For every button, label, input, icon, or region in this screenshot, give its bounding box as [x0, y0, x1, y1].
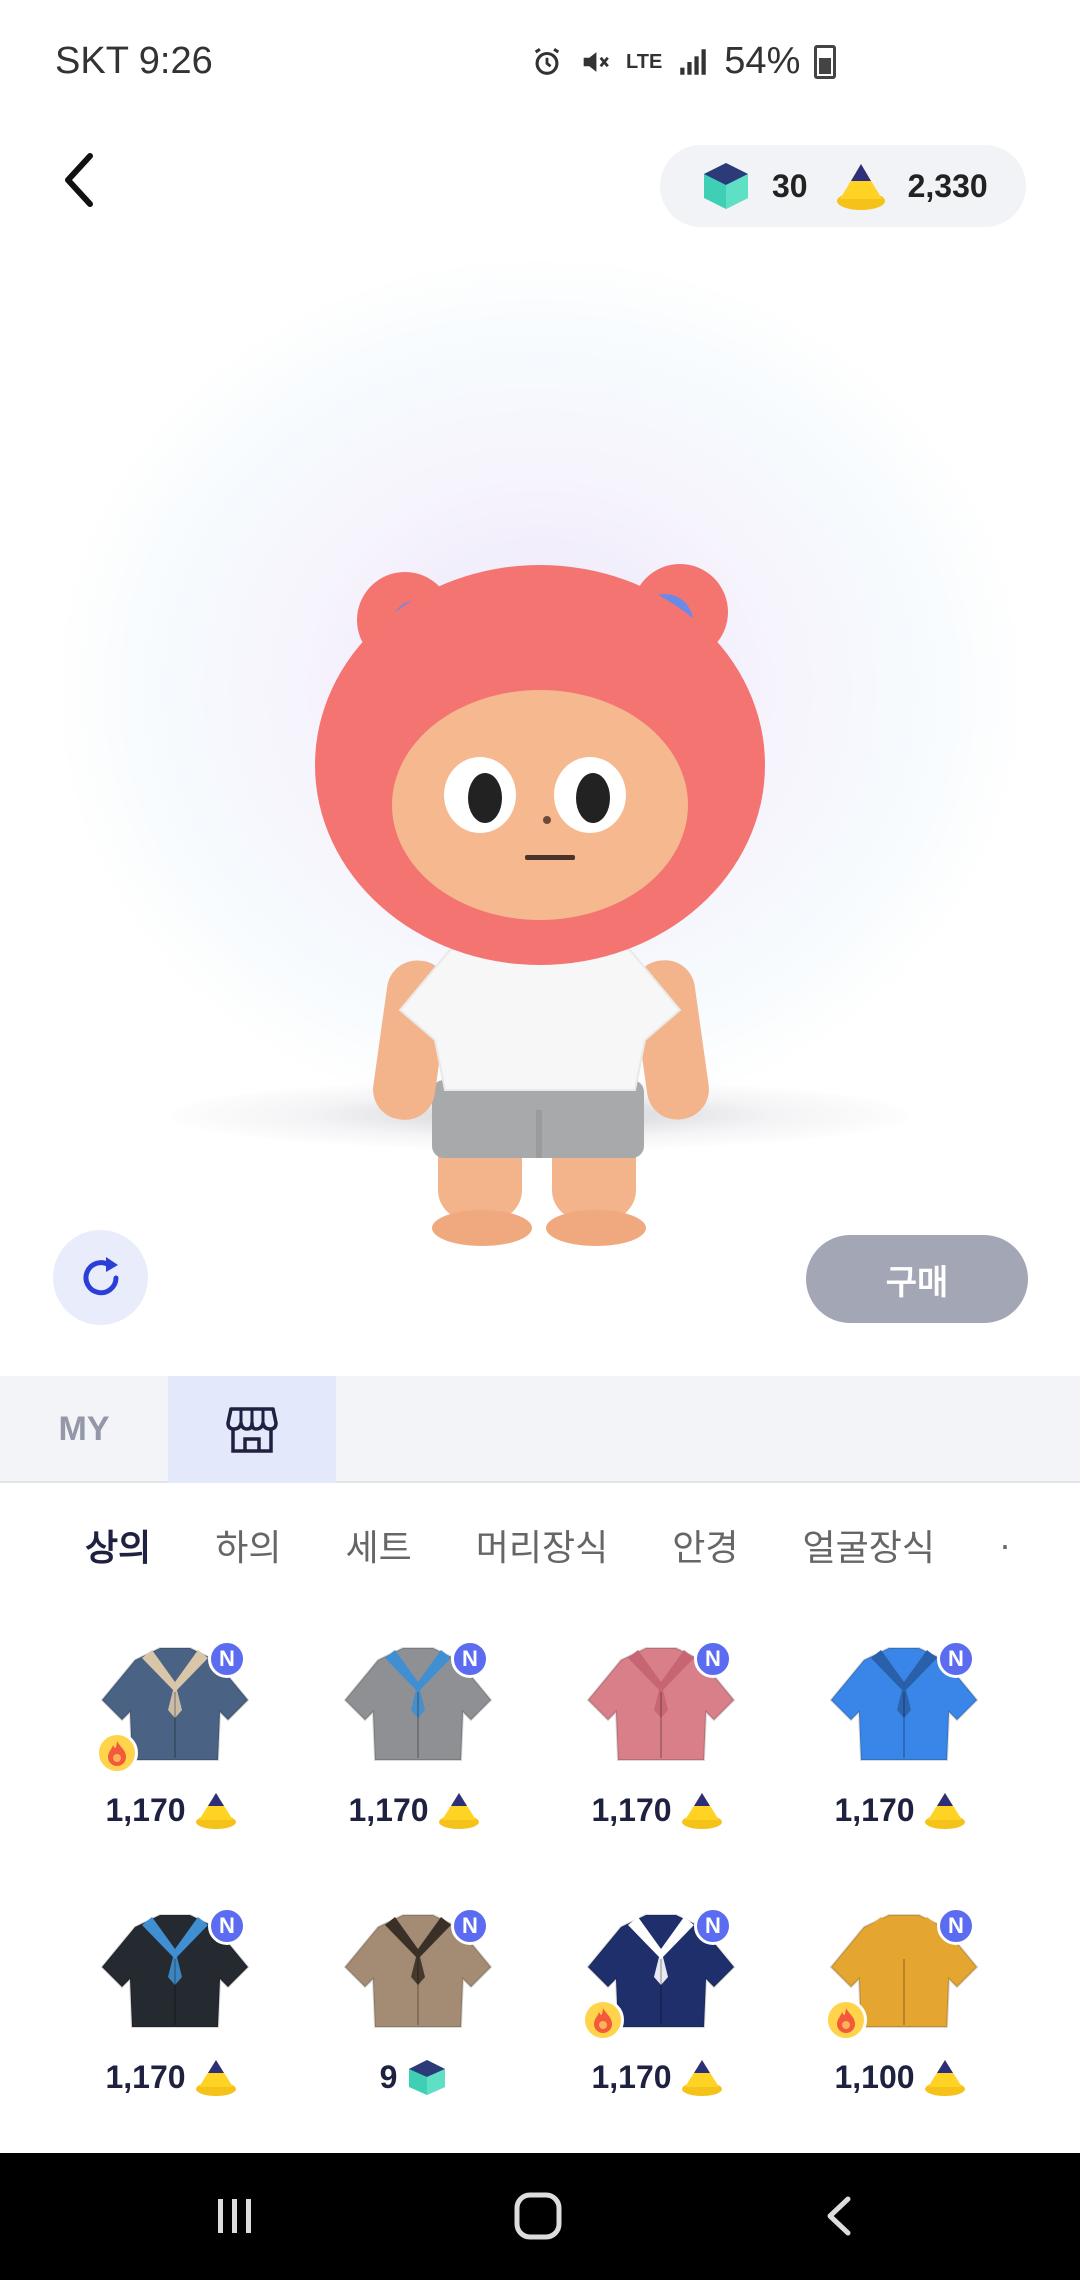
item-price-value: 1,170 — [591, 2058, 672, 2095]
item-price: 1,170 — [293, 1790, 536, 1830]
hot-flame-icon — [582, 1999, 624, 2041]
item-price-value: 1,100 — [834, 2058, 915, 2095]
refresh-button[interactable] — [53, 1230, 148, 1325]
cone-icon — [836, 164, 885, 210]
item-price-value: 1,170 — [348, 1791, 429, 1828]
avatar-character[interactable] — [300, 420, 780, 1400]
cone-icon — [924, 1793, 965, 1829]
shop-item[interactable]: N 1,100 — [779, 1887, 1022, 2119]
item-price-value: 1,170 — [591, 1791, 672, 1828]
mute-icon — [583, 51, 609, 72]
item-price: 1,170 — [536, 1790, 779, 1830]
cone-icon — [195, 1793, 236, 1829]
cone-icon — [681, 2060, 722, 2096]
tab-my[interactable]: MY — [0, 1376, 168, 1483]
gem-icon — [409, 2060, 446, 2095]
status-icons: LTE 54% — [530, 40, 837, 83]
gem-icon — [704, 163, 748, 209]
shop-item[interactable]: N9 — [293, 1887, 536, 2119]
category-face-accessories[interactable]: 얼굴장식 — [802, 1519, 934, 1571]
shop-item[interactable]: N 1,170 — [536, 1620, 779, 1852]
status-carrier-time: SKT 9:26 — [55, 40, 213, 82]
new-badge: N — [451, 1640, 489, 1678]
category-headwear[interactable]: 머리장식 — [476, 1519, 608, 1571]
hot-flame-icon — [825, 1999, 867, 2041]
recents-button[interactable] — [200, 2181, 270, 2251]
cone-icon — [438, 1793, 479, 1829]
back-button[interactable] — [50, 140, 110, 220]
shop-item[interactable]: N 1,170 — [779, 1620, 1022, 1852]
item-price-value: 1,170 — [834, 1791, 915, 1828]
currency-balance[interactable]: 30 2,330 — [660, 145, 1026, 227]
category-bottoms[interactable]: 하의 — [215, 1519, 281, 1571]
new-badge: N — [694, 1907, 732, 1945]
shop-icon — [226, 1406, 278, 1453]
item-price: 1,170 — [779, 1790, 1022, 1830]
buy-button[interactable]: 구매 — [806, 1235, 1028, 1323]
system-nav-bar — [0, 2153, 1080, 2280]
nav-back-button[interactable] — [805, 2181, 875, 2251]
category-glasses[interactable]: 안경 — [672, 1519, 738, 1571]
alarm-icon — [534, 47, 560, 75]
inventory-tab-bar: MY — [0, 1376, 1080, 1483]
home-button[interactable] — [503, 2181, 573, 2251]
cone-icon — [681, 1793, 722, 1829]
category-sets[interactable]: 세트 — [346, 1519, 412, 1571]
cone-icon — [195, 2060, 236, 2096]
cone-icon — [924, 2060, 965, 2096]
category-tabs: 상의 하의 세트 머리장식 안경 얼굴장식 · — [0, 1485, 1080, 1605]
status-bar: SKT 9:26 LTE 54% — [0, 0, 1080, 130]
item-price: 1,170 — [50, 2057, 293, 2097]
new-badge: N — [937, 1640, 975, 1678]
new-badge: N — [208, 1640, 246, 1678]
item-price-value: 9 — [379, 2058, 398, 2095]
lte-icon: LTE — [626, 50, 663, 73]
chevron-left-icon — [65, 153, 93, 207]
item-price-value: 1,170 — [105, 2058, 186, 2095]
new-badge: N — [937, 1907, 975, 1945]
back-icon — [827, 2196, 851, 2236]
new-badge: N — [208, 1907, 246, 1945]
category-tops[interactable]: 상의 — [85, 1519, 151, 1571]
new-badge: N — [694, 1640, 732, 1678]
home-icon — [514, 2192, 562, 2240]
item-price: 9 — [293, 2057, 536, 2097]
shop-item[interactable]: N 1,170 — [50, 1620, 293, 1852]
gem-count: 30 — [772, 167, 808, 204]
tab-shop[interactable] — [168, 1376, 336, 1483]
category-more-indicator: · — [998, 1524, 1011, 1565]
shop-item[interactable]: N 1,170 — [536, 1887, 779, 2119]
item-grid: N 1,170 N 1,170 N 1,170 N 1,170 N 1,170 N 9 N 1,170 N 1… — [50, 1620, 1030, 2119]
item-price: 1,170 — [50, 1790, 293, 1830]
shop-item[interactable]: N 1,170 — [50, 1887, 293, 2119]
cone-count: 2,330 — [907, 167, 988, 204]
battery-percent: 54% — [724, 40, 801, 82]
battery-icon — [814, 44, 837, 79]
refresh-icon — [83, 1256, 118, 1295]
hot-flame-icon — [96, 1732, 138, 1774]
item-price-value: 1,170 — [105, 1791, 186, 1828]
item-price: 1,170 — [536, 2057, 779, 2097]
shop-item[interactable]: N 1,170 — [293, 1620, 536, 1852]
signal-icon — [680, 48, 707, 75]
item-price: 1,100 — [779, 2057, 1022, 2097]
recents-icon — [218, 2199, 251, 2233]
new-badge: N — [451, 1907, 489, 1945]
